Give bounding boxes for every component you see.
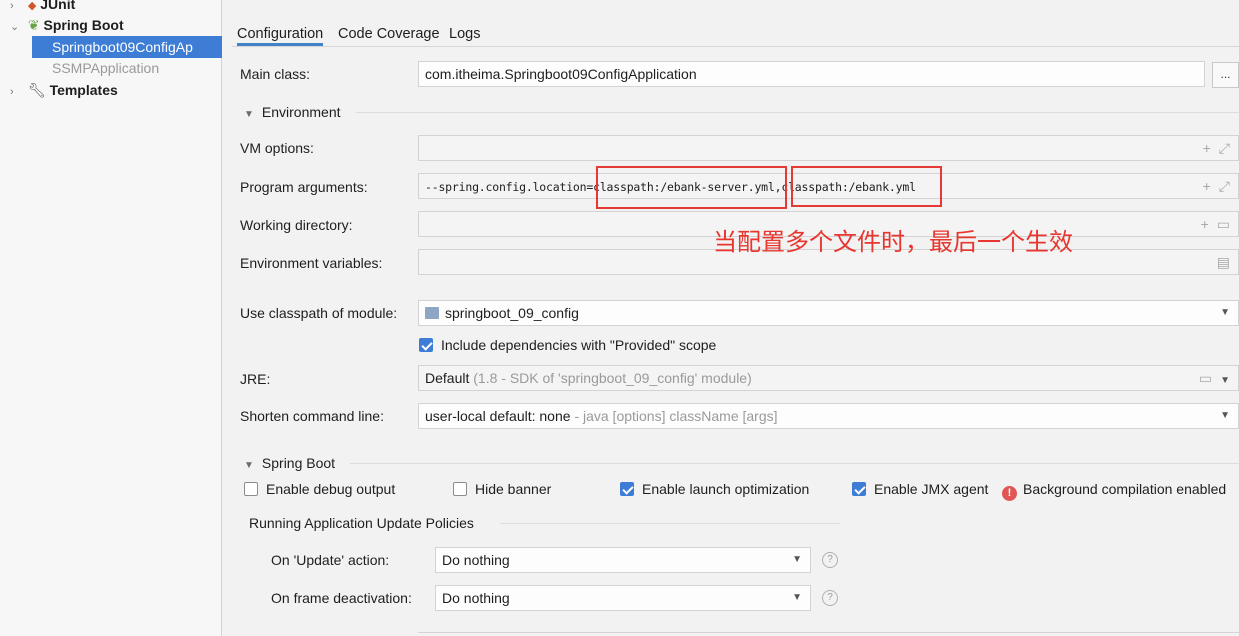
highlight-box-ebank <box>791 166 942 207</box>
highlight-box-ebank-server <box>596 166 787 209</box>
shorten-command-line-label: Shorten command line: <box>240 408 384 424</box>
tree-item-templates[interactable]: › 🔧︎ Templates <box>10 79 118 101</box>
hide-banner-checkbox[interactable]: Hide banner <box>453 479 551 499</box>
tree-item-springboot09configapplication[interactable]: Springboot09ConfigAp <box>32 36 222 58</box>
checkbox-checked-icon[interactable] <box>620 482 634 496</box>
checkbox-unchecked-icon[interactable] <box>453 482 467 496</box>
checkbox-checked-icon[interactable] <box>852 482 866 496</box>
checkbox-unchecked-icon[interactable] <box>244 482 258 496</box>
classpath-module-dropdown[interactable]: springboot_09_config ▼ <box>418 300 1239 326</box>
include-provided-checkbox[interactable]: Include dependencies with "Provided" sco… <box>419 335 716 355</box>
enable-debug-output-checkbox[interactable]: Enable debug output <box>244 479 395 499</box>
dropdown-arrow-icon: ▼ <box>1220 410 1230 421</box>
background-compilation-status: ! Background compilation enabled <box>1002 479 1226 501</box>
folder-icon[interactable]: ▭ <box>1217 216 1230 232</box>
module-icon <box>425 307 439 319</box>
chevron-right-icon[interactable]: › <box>10 81 24 103</box>
tab-configuration[interactable]: Configuration <box>237 22 324 46</box>
document-icon[interactable]: ▤ <box>1217 254 1230 270</box>
environment-separator <box>356 112 1239 113</box>
annotation-text: 当配置多个文件时，最后一个生效 <box>713 228 1073 256</box>
error-icon: ! <box>1002 486 1017 501</box>
tab-divider <box>232 46 1239 47</box>
update-policies-separator <box>500 523 840 524</box>
tree-item-ssmpapplication[interactable]: SSMPApplication <box>52 57 159 79</box>
wrench-icon: 🔧︎ <box>27 82 46 98</box>
on-frame-deactivation-dropdown[interactable]: Do nothing ▼ <box>435 585 811 611</box>
help-icon[interactable]: ? <box>822 590 838 606</box>
jre-label: JRE: <box>240 371 271 387</box>
environment-section-header[interactable]: ▼ Environment <box>244 102 341 122</box>
expand-icon[interactable]: ⤢ <box>1219 178 1230 194</box>
expand-icon[interactable]: ⤢ <box>1219 140 1230 156</box>
update-policies-header: Running Application Update Policies <box>249 515 474 531</box>
chevron-down-icon[interactable]: ⌄ <box>10 16 24 38</box>
dropdown-arrow-icon: ▼ <box>792 554 802 565</box>
classpath-module-label: Use classpath of module: <box>240 305 398 321</box>
tree-item-spring-boot[interactable]: ⌄ ❦ Spring Boot <box>10 14 124 36</box>
collapse-triangle-icon: ▼ <box>244 460 254 471</box>
plus-icon[interactable]: + <box>1201 216 1209 232</box>
jre-field[interactable]: Default (1.8 - SDK of 'springboot_09_con… <box>418 365 1239 391</box>
run-config-tree: › ◆ JUnit ⌄ ❦ Spring Boot Springboot09Co… <box>0 0 222 636</box>
next-field-edge <box>418 632 1239 633</box>
enable-launch-optimization-checkbox[interactable]: Enable launch optimization <box>620 479 809 499</box>
vm-options-label: VM options: <box>240 140 314 156</box>
junit-icon: ◆ <box>27 0 37 12</box>
checkbox-checked-icon[interactable] <box>419 338 433 352</box>
tree-item-junit[interactable]: › ◆ JUnit <box>10 0 75 15</box>
spring-boot-separator <box>350 463 1239 464</box>
tab-logs[interactable]: Logs <box>449 22 480 46</box>
on-update-dropdown[interactable]: Do nothing ▼ <box>435 547 811 573</box>
shorten-command-line-dropdown[interactable]: user-local default: none - java [options… <box>418 403 1239 429</box>
spring-boot-section-header[interactable]: ▼ Spring Boot <box>244 453 335 473</box>
working-directory-label: Working directory: <box>240 217 353 233</box>
plus-icon[interactable]: + <box>1203 140 1211 156</box>
main-class-label: Main class: <box>240 66 311 82</box>
enable-jmx-agent-checkbox[interactable]: Enable JMX agent <box>852 479 988 499</box>
main-class-field[interactable]: com.itheima.Springboot09ConfigApplicatio… <box>418 61 1205 87</box>
tab-code-coverage[interactable]: Code Coverage <box>338 22 440 46</box>
on-frame-deactivation-label: On frame deactivation: <box>271 590 412 606</box>
spring-boot-icon: ❦ <box>27 17 40 33</box>
environment-variables-label: Environment variables: <box>240 255 383 271</box>
on-update-label: On 'Update' action: <box>271 552 390 568</box>
dropdown-arrow-icon: ▼ <box>1220 307 1230 318</box>
collapse-triangle-icon: ▼ <box>244 109 254 120</box>
vm-options-field[interactable]: + ⤢ <box>418 135 1239 161</box>
program-arguments-label: Program arguments: <box>240 179 368 195</box>
dropdown-arrow-icon: ▼ <box>792 592 802 603</box>
browse-main-class-button[interactable]: ... <box>1212 62 1239 88</box>
folder-icon[interactable]: ▭ <box>1199 370 1212 386</box>
help-icon[interactable]: ? <box>822 552 838 568</box>
dropdown-arrow-icon[interactable]: ▼ <box>1220 375 1230 386</box>
plus-icon[interactable]: + <box>1203 178 1211 194</box>
